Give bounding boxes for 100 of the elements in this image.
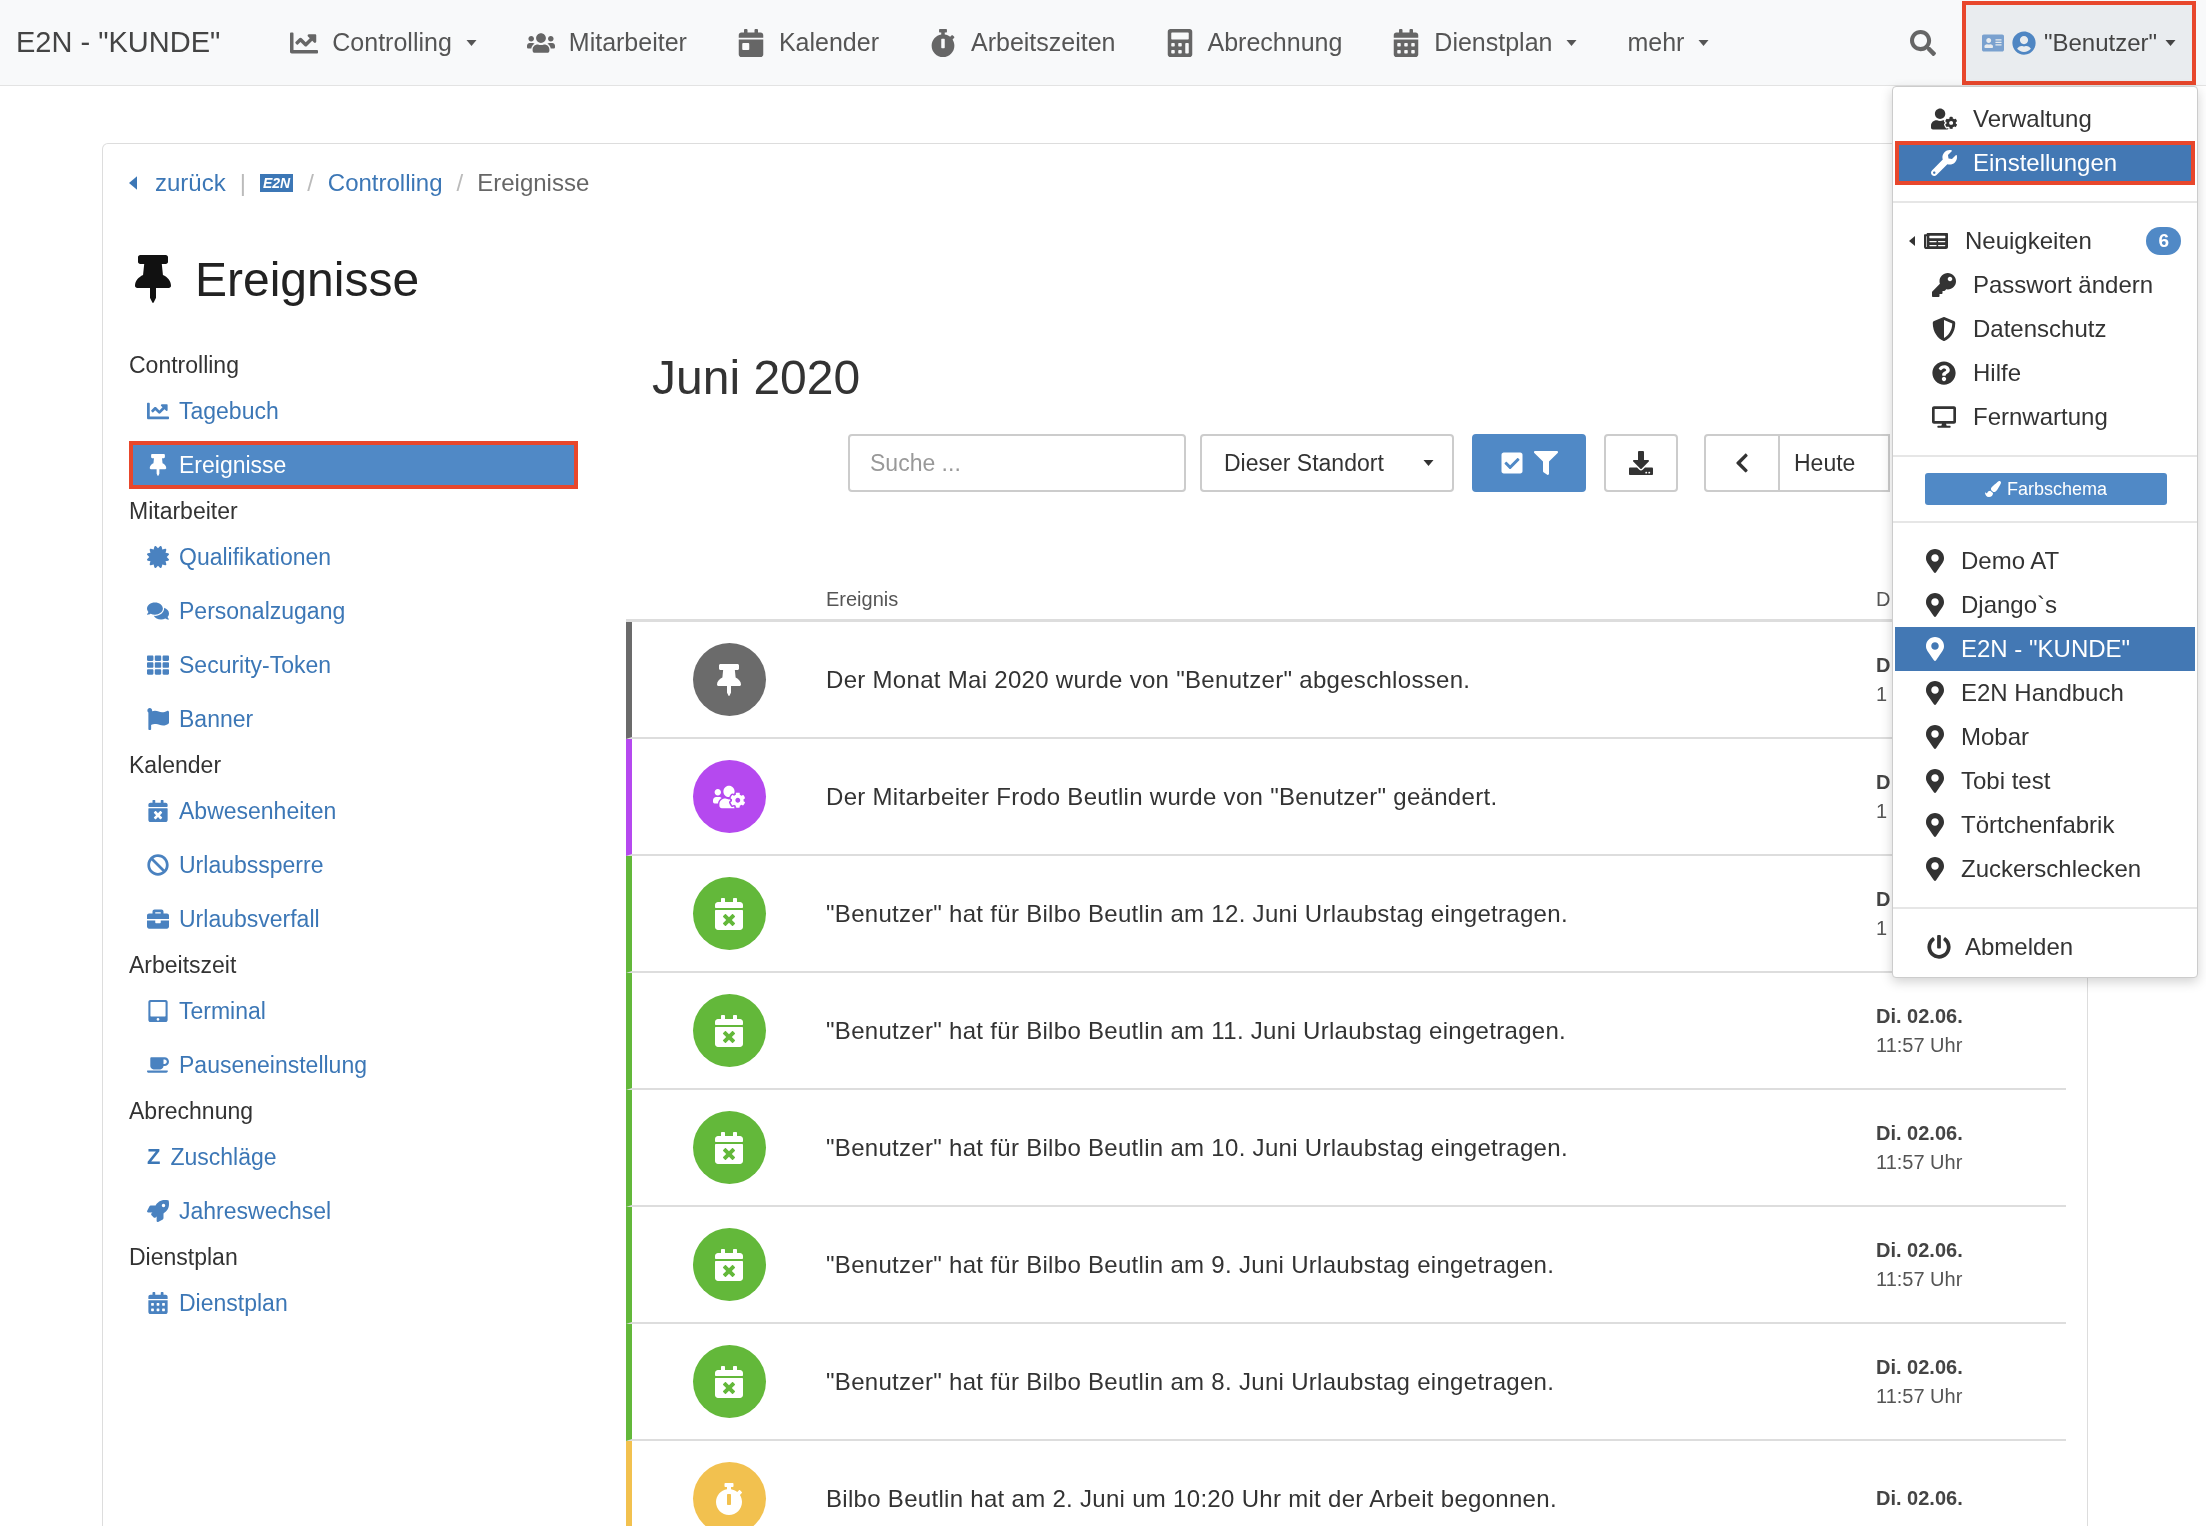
event-time: 11:57 Uhr — [1876, 1267, 1963, 1291]
caret-icon — [1698, 39, 1710, 46]
search-field[interactable]: Suche ... — [848, 434, 1186, 492]
download-icon — [1629, 451, 1653, 475]
search-icon[interactable] — [1910, 29, 1936, 56]
caret-icon — [1909, 236, 1915, 246]
sidebar-heading: Mitarbeiter — [129, 496, 239, 526]
caret-icon — [1566, 39, 1578, 46]
sidebar-item[interactable]: Z Zuschläge — [129, 1130, 578, 1184]
nav-item[interactable]: Kalender — [736, 28, 879, 57]
sidebar-item[interactable]: Qualifikationen — [129, 530, 578, 584]
caret-icon — [2165, 39, 2177, 46]
calculator-icon — [1165, 28, 1194, 57]
event-time: 1 — [1876, 799, 1888, 823]
help-icon — [1932, 361, 1956, 385]
nav-item[interactable]: Mitarbeiter — [526, 28, 687, 57]
page-title: Ereignisse — [195, 251, 420, 307]
sidebar-item[interactable]: Security-Token — [129, 638, 578, 692]
sidebar-item[interactable]: Jahreswechsel — [129, 1184, 578, 1238]
nav-item[interactable]: Controlling — [290, 28, 477, 57]
event-text: Der Mitarbeiter Frodo Beutlin wurde von "Benutzer" geändert. — [826, 782, 1498, 811]
color-scheme-button[interactable]: Farbschema — [1925, 473, 2167, 505]
rocket-icon — [147, 1200, 169, 1222]
stopwatch-icon — [929, 28, 957, 57]
briefcase-icon — [147, 908, 169, 930]
breadcrumb-link[interactable]: Controlling — [327, 169, 443, 197]
app-logo[interactable]: E2N — [259, 174, 294, 192]
nav-item[interactable]: Arbeitszeiten — [929, 28, 1116, 57]
filter-icon — [1534, 451, 1558, 475]
location-item[interactable]: E2N - "KUNDE" — [1895, 627, 2195, 671]
map-pin-icon — [1923, 769, 1947, 793]
keypad-icon — [147, 654, 169, 676]
event-text: Bilbo Beutlin hat am 2. Juni um 10:20 Uhr mit der Arbeit begonnen. — [826, 1484, 1557, 1513]
sidebar-item[interactable]: Urlaubsverfall — [129, 892, 578, 946]
sidebar-item[interactable]: Ereignisse — [129, 441, 578, 489]
sidebar-heading: Arbeitszeit — [129, 950, 238, 980]
calendar-grid-icon — [147, 1292, 169, 1314]
brush-icon — [1984, 481, 2001, 497]
map-pin-icon — [1923, 857, 1947, 881]
location-item[interactable]: Törtchenfabrik — [1895, 803, 2195, 847]
event-text: "Benutzer" hat für Bilbo Beutlin am 10. Juni Urlaubstag eingetragen. — [826, 1133, 1568, 1162]
location-item[interactable]: Django`s — [1895, 583, 2195, 627]
chat-icon — [147, 600, 169, 622]
wrench-icon — [1931, 150, 1957, 176]
caret-icon — [1423, 460, 1434, 466]
sidebar-item[interactable]: Banner — [129, 692, 578, 746]
event-date: D — [1876, 887, 1891, 911]
menu-item[interactable]: Hilfe — [1895, 351, 2195, 395]
nav-item[interactable]: Abrechnung — [1165, 28, 1343, 57]
event-text: "Benutzer" hat für Bilbo Beutlin am 9. Juni Urlaubstag eingetragen. — [826, 1250, 1555, 1279]
menu-item[interactable]: Einstellungen — [1895, 141, 2195, 185]
caret-icon — [129, 176, 137, 190]
nav-item[interactable]: mehr — [1627, 28, 1710, 57]
brand-name[interactable]: E2N - "KUNDE" — [16, 26, 221, 59]
download-button[interactable] — [1604, 434, 1678, 492]
menu-item[interactable]: Verwaltung — [1895, 97, 2195, 141]
event-time: 11:57 Uhr — [1876, 1150, 1963, 1174]
event-time: 1 — [1876, 916, 1888, 940]
shield-icon — [1932, 317, 1956, 341]
filter-button[interactable] — [1472, 434, 1586, 492]
breadcrumb-current: Ereignisse — [477, 169, 590, 197]
sidebar-item[interactable]: Urlaubssperre — [129, 838, 578, 892]
logout-item[interactable]: Abmelden — [1895, 925, 2195, 969]
sidebar-item[interactable]: Tagebuch — [129, 384, 578, 438]
map-pin-icon — [1923, 549, 1947, 573]
location-item[interactable]: Mobar — [1895, 715, 2195, 759]
pin-icon — [147, 454, 169, 476]
event-date: D — [1876, 653, 1891, 677]
sidebar-item[interactable]: Dienstplan — [129, 1276, 578, 1330]
event-date: D — [1876, 770, 1891, 794]
sidebar-item[interactable]: Abwesenheiten — [129, 784, 578, 838]
menu-item[interactable]: Neuigkeiten 6 — [1895, 219, 2195, 263]
map-pin-icon — [1923, 637, 1947, 661]
count-badge: 6 — [2146, 227, 2181, 255]
column-header: D — [1876, 588, 1891, 611]
location-item[interactable]: E2N Handbuch — [1895, 671, 2195, 715]
sidebar-item[interactable]: Pauseneinstellung — [129, 1038, 578, 1092]
calendar-grid-icon — [1392, 28, 1421, 57]
event-date: Di. 02.06. — [1876, 1004, 1963, 1028]
event-text: Der Monat Mai 2020 wurde von "Benutzer" abgeschlossen. — [826, 665, 1471, 694]
sidebar-item[interactable]: Terminal — [129, 984, 578, 1038]
user-menu-button[interactable]: "Benutzer" — [1962, 0, 2196, 85]
power-icon — [1927, 935, 1951, 959]
sidebar-item[interactable]: Personalzugang — [129, 584, 578, 638]
location-item[interactable]: Demo AT — [1895, 539, 2195, 583]
event-date: Di. 02.06. — [1876, 1238, 1963, 1262]
today-button[interactable]: Heute — [1780, 434, 1890, 492]
map-pin-icon — [1923, 813, 1947, 837]
menu-item[interactable]: Fernwartung — [1895, 395, 2195, 439]
back-link[interactable]: zurück — [129, 169, 226, 197]
key-icon — [1932, 273, 1956, 297]
location-item[interactable]: Zuckerschlecken — [1895, 847, 2195, 891]
location-item[interactable]: Tobi test — [1895, 759, 2195, 803]
column-header: Ereignis — [826, 588, 899, 611]
sidebar-heading: Abrechnung — [129, 1096, 255, 1126]
location-select[interactable]: Dieser Standort — [1200, 434, 1454, 492]
nav-item[interactable]: Dienstplan — [1392, 28, 1578, 57]
event-text: "Benutzer" hat für Bilbo Beutlin am 12. Juni Urlaubstag eingetragen. — [826, 899, 1568, 928]
menu-item[interactable]: Passwort ändern — [1895, 263, 2195, 307]
menu-item[interactable]: Datenschutz — [1895, 307, 2195, 351]
